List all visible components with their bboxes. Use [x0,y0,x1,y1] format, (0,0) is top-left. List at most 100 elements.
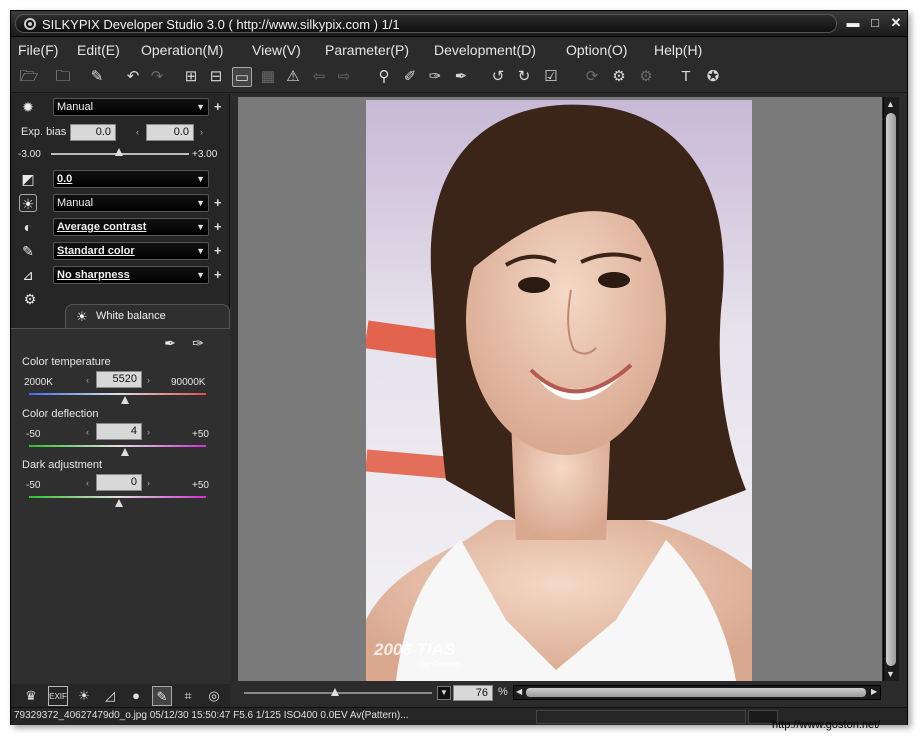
color-dropdown[interactable]: Standard color ▼ [53,242,209,260]
gears-icon[interactable]: ⚙ [21,290,39,308]
color-deflection-input[interactable]: 4 [96,423,142,440]
folder-browse-icon[interactable]: 🗀 [53,67,73,87]
vertical-scroll-thumb[interactable] [886,113,896,666]
exif-icon[interactable]: EXIF [48,686,68,706]
exposure-dropdown[interactable]: 0.0 ▼ [53,170,209,188]
warning-icon[interactable]: ⚠ [283,67,303,87]
zoom-dropdown-button[interactable]: ▼ [437,686,451,700]
zoom-input[interactable]: 76 [453,685,493,701]
watermark: http://www.goston.net/ [772,719,881,731]
wb-eyedropper-icon[interactable]: ✒ [161,334,179,352]
maximize-button[interactable]: □ [867,15,883,31]
edit-icon[interactable]: ✎ [152,686,172,706]
sharpness-dropdown[interactable]: No sharpness ▼ [53,266,209,284]
status-panel [536,710,746,724]
color-add-button[interactable]: + [214,243,222,258]
eyedropper-alt-icon[interactable]: ✑ [425,67,445,87]
app-logo-icon[interactable] [24,18,36,30]
exp-bias-input[interactable]: 0.0 [70,124,116,141]
lens-icon[interactable]: ◎ [204,686,224,706]
color-temperature-slider-thumb[interactable] [121,396,129,404]
horizontal-scroll-thumb[interactable] [526,688,866,697]
sun-icon[interactable]: ☀ [19,194,37,212]
eyedropper-gray-icon[interactable]: ✒ [451,67,471,87]
exp-bias-fine-input[interactable]: 0.0 [146,124,194,141]
refresh-icon[interactable]: ⟳ [582,67,602,87]
menu-operation[interactable]: Operation(M) [141,42,223,58]
sphere-icon[interactable]: ● [126,686,146,706]
decrease-arrow-icon[interactable]: ‹ [86,427,89,437]
decrease-arrow-icon[interactable]: ‹ [136,127,139,137]
image-viewer[interactable]: 2006 TIAS by Goston [238,97,882,681]
sun-icon[interactable]: ☀ [74,686,94,706]
develop-icon[interactable]: ⚙ [609,67,629,87]
dark-adjustment-slider-track[interactable] [29,496,206,498]
menu-parameter[interactable]: Parameter(P) [325,42,409,58]
prev-icon[interactable]: ⇦ [309,67,329,87]
color-temperature-slider-track[interactable] [29,393,206,395]
app-window: SILKYPIX Developer Studio 3.0 ( http://w… [10,10,908,725]
color-deflection-slider-thumb[interactable] [121,448,129,456]
increase-arrow-icon[interactable]: › [147,478,150,488]
horizontal-scrollbar[interactable]: ◀ ▶ [513,685,881,700]
split-view-icon[interactable]: ⊟ [206,67,226,87]
tools-icon[interactable]: ✎ [87,67,107,87]
menu-view[interactable]: View(V) [252,42,301,58]
decrease-arrow-icon[interactable]: ‹ [86,478,89,488]
vertical-scrollbar[interactable]: ▲ ▼ [883,97,899,681]
scroll-right-icon[interactable]: ▶ [871,687,877,696]
taste-add-button[interactable]: + [214,99,222,114]
scroll-up-icon[interactable]: ▲ [886,99,895,109]
scroll-down-icon[interactable]: ▼ [886,669,895,679]
undo-icon[interactable]: ↶ [123,67,143,87]
color-temperature-input[interactable]: 5520 [96,371,142,388]
wb-eyedropper-alt-icon[interactable]: ✑ [189,334,207,352]
menu-edit[interactable]: Edit(E) [77,42,120,58]
check-icon[interactable]: ☑ [541,67,561,87]
single-view-icon[interactable]: ▭ [232,67,252,87]
dark-adjustment-slider-thumb[interactable] [115,499,123,507]
compare-view-icon[interactable]: ▦ [258,67,278,87]
contrast-dropdown[interactable]: Average contrast ▼ [53,218,209,236]
sun-icon: ☀ [76,309,88,324]
batch-develop-icon[interactable]: ⚙ [636,67,656,87]
eyedropper-icon[interactable]: ✐ [400,67,420,87]
menu-development[interactable]: Development(D) [434,42,536,58]
increase-arrow-icon[interactable]: › [200,127,203,137]
dark-adjustment-input[interactable]: 0 [96,474,142,491]
increase-arrow-icon[interactable]: › [147,375,150,385]
redo-icon[interactable]: ↷ [147,67,167,87]
grid-view-icon[interactable]: ⊞ [181,67,201,87]
zoom-slider-thumb[interactable] [331,688,339,696]
color-deflection-max: +50 [192,429,209,440]
decrease-arrow-icon[interactable]: ‹ [86,375,89,385]
open-folder-icon[interactable]: 🗁 [19,67,39,87]
exp-slider-thumb[interactable] [115,148,123,156]
menu-file[interactable]: File(F) [18,42,58,58]
close-button[interactable]: ✕ [888,15,904,31]
tab-white-balance[interactable]: ☀ White balance [65,304,230,328]
taste-dropdown[interactable]: Manual ▼ [53,98,209,116]
increase-arrow-icon[interactable]: › [147,427,150,437]
rotate-left-icon[interactable]: ↺ [488,67,508,87]
contrast-add-button[interactable]: + [214,219,222,234]
tone-curve-icon[interactable]: ◿ [100,686,120,706]
white-balance-add-button[interactable]: + [214,195,222,210]
zoom-icon[interactable]: ⚲ [374,67,394,87]
menu-option[interactable]: Option(O) [566,42,627,58]
status-text: 79329372_40627479d0_o.jpg 05/12/30 15:50… [14,710,409,721]
portrait-photo: 2006 TIAS by Goston [366,100,752,681]
menu-help[interactable]: Help(H) [654,42,702,58]
sharpness-add-button[interactable]: + [214,267,222,282]
scroll-left-icon[interactable]: ◀ [516,687,522,696]
histogram-icon[interactable]: ♛ [21,686,41,706]
color-deflection-slider-track[interactable] [29,445,206,447]
minimize-button[interactable]: ▬ [845,15,861,31]
photo-caption: 2006 TIAS [374,640,456,659]
white-balance-dropdown[interactable]: Manual ▼ [53,194,209,212]
settings-icon[interactable]: ✪ [703,67,723,87]
rotate-right-icon[interactable]: ↻ [514,67,534,87]
crop-icon[interactable]: ⌗ [178,686,198,706]
next-icon[interactable]: ⇨ [334,67,354,87]
hammer-icon[interactable]: T [676,67,696,87]
